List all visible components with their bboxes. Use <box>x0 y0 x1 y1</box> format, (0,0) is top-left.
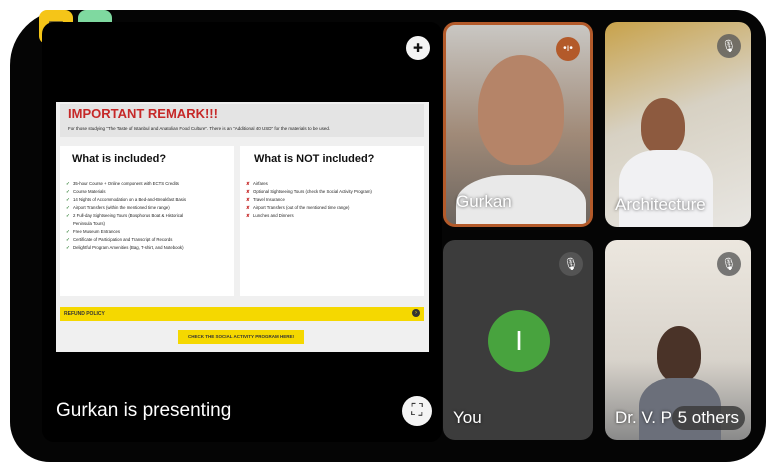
remark-box: IMPORTANT REMARK!!! For those studying "… <box>60 104 424 137</box>
mic-off-icon: 🎙 <box>717 34 741 58</box>
refund-policy-bar[interactable]: REFUND POLICY › <box>60 307 424 321</box>
pin-icon[interactable]: ✚ <box>406 36 430 60</box>
list-item: ✘ Travel Insurance <box>246 197 285 202</box>
check-icon: ✓ <box>66 245 70 250</box>
fullscreen-icon[interactable]: ⛶ <box>402 396 432 426</box>
included-list: ✓ 35-hour Course + Online component with … <box>66 180 234 252</box>
list-item: ✘ Optional Sightseeing Tours (check the S… <box>246 189 372 194</box>
presentation-tile[interactable]: ✚ IMPORTANT REMARK!!! For those studying… <box>42 22 442 442</box>
avatar: I <box>488 310 550 372</box>
check-icon: ✓ <box>66 237 70 242</box>
excluded-list: ✘ Airfares ✘ Optional Sightseeing Tours (c… <box>246 180 414 220</box>
mic-off-icon: 🎙 <box>717 252 741 276</box>
list-item: ✓ 14 Nights of Accommodation on a Bed-and… <box>66 197 186 202</box>
participant-video <box>657 326 701 382</box>
list-item: ✘ Lunches and Dinners <box>246 213 294 218</box>
participant-name: Architecture <box>615 195 706 214</box>
included-title: What is included? <box>72 153 167 165</box>
participant-name: Dr. V. P <box>615 408 673 427</box>
remark-title: IMPORTANT REMARK!!! <box>68 106 218 121</box>
participant-tile-you[interactable]: 🎙 I You <box>443 240 593 440</box>
remark-text: For those studying "The Taste of Istanbu… <box>68 126 331 131</box>
cross-icon: ✘ <box>246 181 250 186</box>
list-item: ✘ Airport Transfers (out of the mentioned… <box>246 205 350 210</box>
list-item: ✓ Free Museum Entrances <box>66 229 121 234</box>
check-icon: ✓ <box>66 197 70 202</box>
cross-icon: ✘ <box>246 205 250 210</box>
cross-icon: ✘ <box>246 189 250 194</box>
list-item: ✓ Delightful Program Amenities (Bag, T-sh… <box>66 245 184 250</box>
participant-name: Gurkan <box>456 192 512 211</box>
list-item: Peninsula Tours) <box>73 221 105 226</box>
participant-tile-architecture[interactable]: 🎙 Architecture <box>605 22 751 227</box>
check-icon: ✓ <box>66 181 70 186</box>
participant-tile-gurkan[interactable]: •ı• Gurkan <box>443 22 593 227</box>
social-program-button[interactable]: CHECK THE SOCIAL ACTIVITY PROGRAM HERE! <box>178 330 304 344</box>
check-icon: ✓ <box>66 205 70 210</box>
cross-icon: ✘ <box>246 213 250 218</box>
participant-video <box>641 98 685 154</box>
participant-name: You <box>453 408 482 427</box>
shared-slide: IMPORTANT REMARK!!! For those studying "… <box>56 102 429 352</box>
participant-shirt <box>619 150 713 227</box>
others-count-badge[interactable]: 5 others <box>671 406 745 430</box>
check-icon: ✓ <box>66 189 70 194</box>
check-icon: ✓ <box>66 229 70 234</box>
included-column: What is included? ✓ 35-hour Course + Onli… <box>60 146 234 296</box>
list-item: ✘ Airfares <box>246 181 268 186</box>
excluded-title: What is NOT included? <box>254 153 375 165</box>
cross-icon: ✘ <box>246 197 250 202</box>
check-icon: ✓ <box>66 213 70 218</box>
refund-policy-label: REFUND POLICY <box>64 311 105 317</box>
list-item: ✓ 35-hour Course + Online component with … <box>66 181 179 186</box>
list-item: ✓ Airport Transfers (within the mentioned… <box>66 205 170 210</box>
list-item: ✓ 2 Full-day Sightseeing Tours (Bosphorus… <box>66 213 184 218</box>
mic-off-icon: 🎙 <box>559 252 583 276</box>
presenting-label: Gurkan is presenting <box>56 400 232 421</box>
participant-tile-others[interactable]: 🎙 Dr. V. P 5 others <box>605 240 751 440</box>
list-item: ✓ Certificate of Participation and Transc… <box>66 237 173 242</box>
chevron-right-icon[interactable]: › <box>412 309 420 317</box>
speaking-icon: •ı• <box>556 37 580 61</box>
participant-video <box>478 55 564 165</box>
excluded-column: What is NOT included? ✘ Airfares ✘ Optiona… <box>240 146 424 296</box>
list-item: ✓ Course Materials <box>66 189 106 194</box>
